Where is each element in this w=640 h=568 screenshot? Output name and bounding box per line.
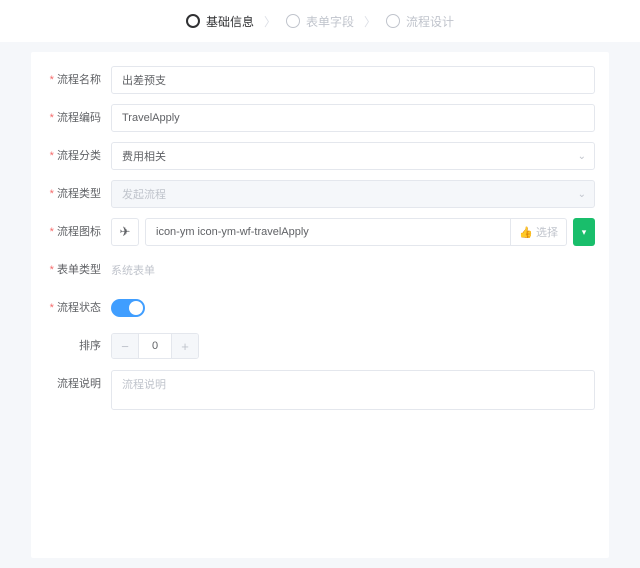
chevron-down-icon: ⌄ bbox=[578, 151, 586, 162]
step-fields[interactable]: 表单字段 bbox=[286, 13, 354, 30]
chevron-down-icon: ⌄ bbox=[578, 189, 586, 200]
sort-stepper: − + bbox=[111, 333, 199, 359]
step-label: 基础信息 bbox=[206, 13, 254, 30]
step-circle-icon bbox=[386, 14, 400, 28]
step-circle-icon bbox=[286, 14, 300, 28]
label-code: 流程编码 bbox=[45, 104, 101, 132]
label-sort: 排序 bbox=[45, 332, 101, 360]
label-icon: 流程图标 bbox=[45, 218, 101, 246]
label-status: 流程状态 bbox=[45, 294, 101, 322]
icon-input-wrap: 👍 选择 bbox=[145, 218, 567, 246]
label-name: 流程名称 bbox=[45, 66, 101, 94]
label-form-type: 表单类型 bbox=[45, 256, 101, 284]
label-desc: 流程说明 bbox=[45, 370, 101, 393]
type-value: 发起流程 bbox=[122, 186, 166, 202]
icon-preview: ✈ bbox=[111, 218, 139, 246]
form-type-value-wrap: 系统表单 bbox=[111, 256, 595, 284]
type-select: 发起流程 ⌄ bbox=[111, 180, 595, 208]
thumb-up-icon: 👍 bbox=[519, 226, 533, 239]
category-value: 费用相关 bbox=[122, 148, 166, 164]
label-category: 流程分类 bbox=[45, 142, 101, 170]
step-basic[interactable]: 基础信息 bbox=[186, 13, 254, 30]
icon-select-label: 选择 bbox=[536, 224, 558, 240]
category-select[interactable]: 费用相关 ⌄ bbox=[111, 142, 595, 170]
chevron-right-icon: 〉 bbox=[264, 13, 276, 30]
step-circle-icon bbox=[186, 14, 200, 28]
step-label: 流程设计 bbox=[406, 13, 454, 30]
status-switch[interactable] bbox=[111, 299, 145, 317]
stepper-increase-button[interactable]: + bbox=[172, 334, 198, 358]
desc-textarea[interactable] bbox=[111, 370, 595, 410]
step-label: 表单字段 bbox=[306, 13, 354, 30]
chevron-right-icon: 〉 bbox=[364, 13, 376, 30]
form-type-value: 系统表单 bbox=[111, 262, 155, 278]
name-input[interactable] bbox=[111, 66, 595, 94]
step-bar: 基础信息 〉 表单字段 〉 流程设计 bbox=[0, 0, 640, 42]
icon-color-dropdown[interactable]: ▾ bbox=[573, 218, 595, 246]
code-input[interactable] bbox=[111, 104, 595, 132]
plane-icon: ✈ bbox=[120, 224, 131, 240]
form-card: 流程名称 流程编码 流程分类 费用相关 ⌄ 流程类型 发起流程 ⌄ 流程图标 ✈ bbox=[31, 52, 609, 558]
chevron-down-icon: ▾ bbox=[582, 227, 587, 238]
label-type: 流程类型 bbox=[45, 180, 101, 208]
stepper-decrease-button[interactable]: − bbox=[112, 334, 138, 358]
sort-input[interactable] bbox=[138, 334, 172, 358]
icon-select-button[interactable]: 👍 选择 bbox=[510, 219, 566, 245]
step-flow[interactable]: 流程设计 bbox=[386, 13, 454, 30]
icon-class-input[interactable] bbox=[146, 226, 510, 238]
